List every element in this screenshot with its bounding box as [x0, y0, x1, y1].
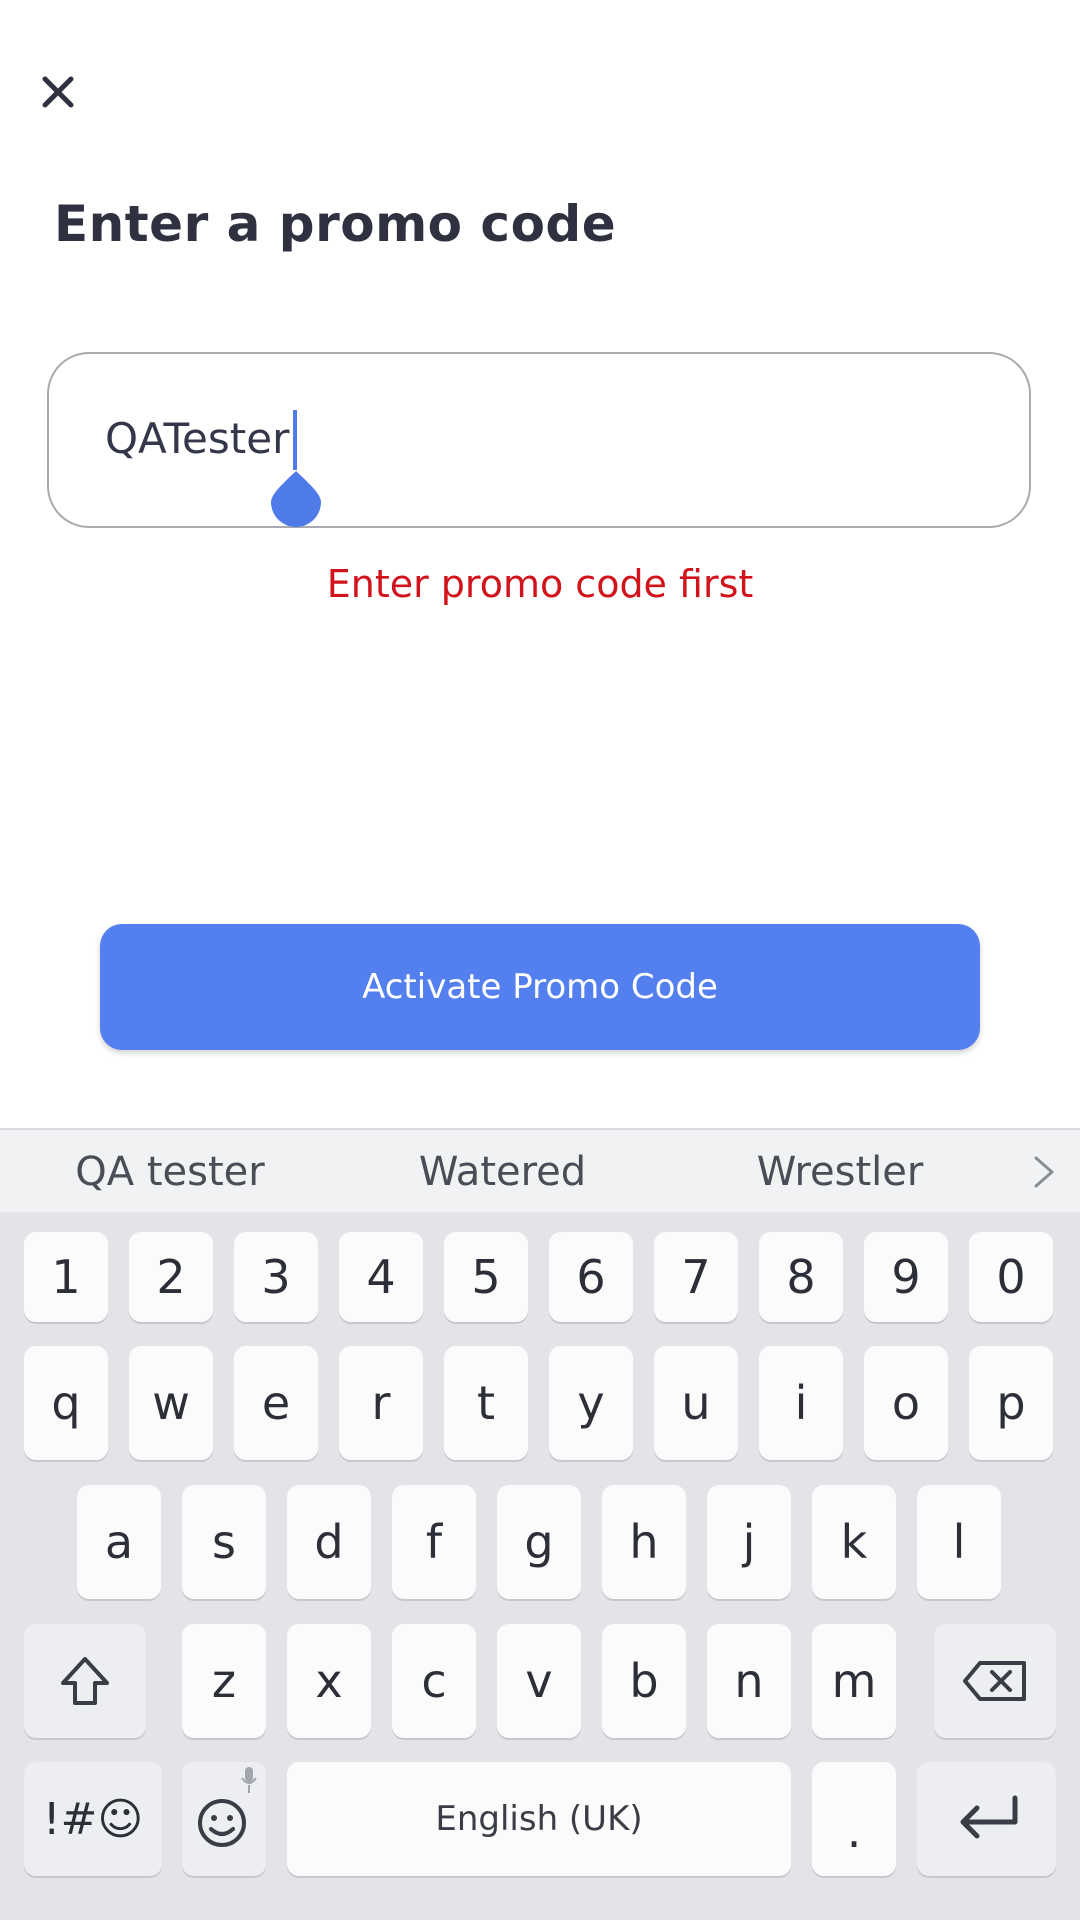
key-f[interactable]: f — [392, 1485, 476, 1599]
close-button[interactable] — [36, 70, 80, 114]
suggestion-more-button[interactable] — [1024, 1148, 1064, 1196]
suggestion-3[interactable]: Wrestler — [700, 1130, 980, 1214]
suggestion-1[interactable]: QA tester — [30, 1130, 310, 1214]
key-x[interactable]: x — [287, 1624, 371, 1738]
key-z[interactable]: z — [182, 1624, 266, 1738]
promo-code-value: QATester — [105, 414, 290, 463]
suggestion-2[interactable]: Watered — [370, 1130, 635, 1214]
key-k[interactable]: k — [812, 1485, 896, 1599]
shift-key[interactable] — [24, 1624, 146, 1738]
error-message: Enter promo code first — [326, 562, 754, 606]
key-h[interactable]: h — [602, 1485, 686, 1599]
key-c[interactable]: c — [392, 1624, 476, 1738]
key-7[interactable]: 7 — [654, 1232, 738, 1322]
key-b[interactable]: b — [602, 1624, 686, 1738]
key-s[interactable]: s — [182, 1485, 266, 1599]
key-a[interactable]: a — [77, 1485, 161, 1599]
key-8[interactable]: 8 — [759, 1232, 843, 1322]
period-key[interactable]: . — [812, 1762, 896, 1876]
backspace-icon — [963, 1661, 1026, 1701]
activate-promo-button[interactable]: Activate Promo Code — [100, 924, 980, 1050]
backspace-key[interactable] — [934, 1624, 1056, 1738]
key-p[interactable]: p — [969, 1346, 1053, 1460]
key-o[interactable]: o — [864, 1346, 948, 1460]
key-r[interactable]: r — [339, 1346, 423, 1460]
key-2[interactable]: 2 — [129, 1232, 213, 1322]
key-1[interactable]: 1 — [24, 1232, 108, 1322]
key-j[interactable]: j — [707, 1485, 791, 1599]
soft-keyboard: 1 2 3 4 5 6 7 8 9 0 q w e r t y u i o p … — [0, 1212, 1080, 1920]
key-y[interactable]: y — [549, 1346, 633, 1460]
chevron-right-icon — [1034, 1156, 1054, 1188]
key-i[interactable]: i — [759, 1346, 843, 1460]
key-u[interactable]: u — [654, 1346, 738, 1460]
key-v[interactable]: v — [497, 1624, 581, 1738]
page-title: Enter a promo code — [54, 195, 617, 253]
shift-icon — [61, 1657, 109, 1705]
key-e[interactable]: e — [234, 1346, 318, 1460]
key-l[interactable]: l — [917, 1485, 1001, 1599]
emoji-icon — [198, 1799, 246, 1847]
caret-handle-icon[interactable] — [271, 469, 321, 527]
enter-icon — [960, 1795, 1017, 1839]
key-4[interactable]: 4 — [339, 1232, 423, 1322]
promo-code-input[interactable]: QATester — [47, 352, 1031, 528]
key-n[interactable]: n — [707, 1624, 791, 1738]
key-d[interactable]: d — [287, 1485, 371, 1599]
key-q[interactable]: q — [24, 1346, 108, 1460]
emoji-key[interactable] — [182, 1762, 266, 1876]
text-caret — [293, 410, 297, 470]
key-g[interactable]: g — [497, 1485, 581, 1599]
close-icon — [42, 76, 74, 108]
key-6[interactable]: 6 — [549, 1232, 633, 1322]
key-t[interactable]: t — [444, 1346, 528, 1460]
key-3[interactable]: 3 — [234, 1232, 318, 1322]
key-w[interactable]: w — [129, 1346, 213, 1460]
microphone-icon — [241, 1767, 257, 1793]
suggestion-bar: QA tester Watered Wrestler — [0, 1128, 1080, 1214]
symbols-key[interactable]: !#☺ — [24, 1762, 162, 1876]
key-m[interactable]: m — [812, 1624, 896, 1738]
key-0[interactable]: 0 — [969, 1232, 1053, 1322]
key-5[interactable]: 5 — [444, 1232, 528, 1322]
enter-key[interactable] — [917, 1762, 1056, 1876]
key-9[interactable]: 9 — [864, 1232, 948, 1322]
space-key[interactable]: English (UK) — [287, 1762, 791, 1876]
